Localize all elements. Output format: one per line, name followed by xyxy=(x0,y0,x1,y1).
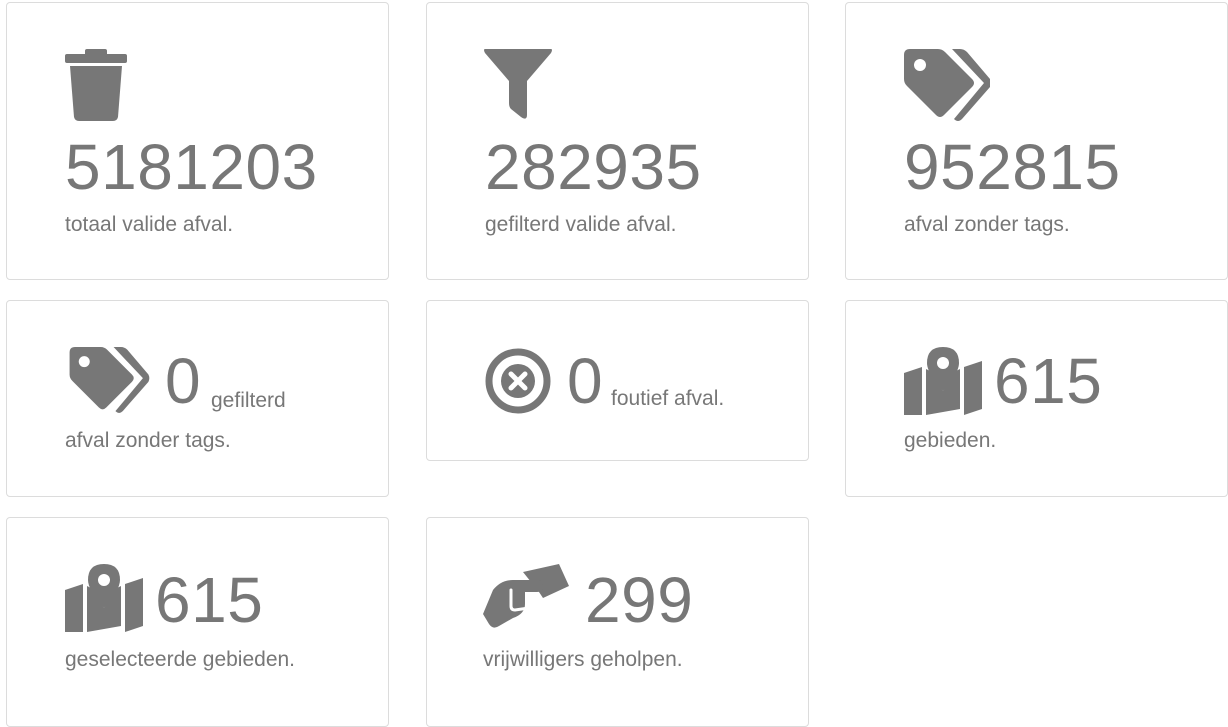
stat-value: 0 xyxy=(567,345,604,417)
stat-label: geselecteerde gebieden. xyxy=(65,648,296,671)
times-circle-icon xyxy=(485,348,551,414)
map-marked-icon xyxy=(904,347,982,415)
stat-value: 5181203 xyxy=(65,131,318,203)
tags-icon xyxy=(65,347,153,413)
stat-card-incorrect-waste: 0 foutief afval. xyxy=(426,300,809,461)
stat-label: vrijwilligers geholpen. xyxy=(483,648,683,671)
stat-card-total-valid-waste: 5181203 totaal valide afval. xyxy=(6,2,389,280)
stat-label: gefilterd valide afval. xyxy=(485,213,677,236)
tags-icon xyxy=(904,49,990,121)
stat-inline-label: gefilterd xyxy=(211,389,286,412)
stat-value: 615 xyxy=(994,345,1103,417)
stat-label: afval zonder tags. xyxy=(65,429,231,452)
stat-inline-label: foutief afval. xyxy=(611,387,725,410)
stat-value: 615 xyxy=(155,564,264,636)
stat-value: 299 xyxy=(585,564,694,636)
stat-card-volunteers-helped: 299 vrijwilligers geholpen. xyxy=(426,517,809,727)
stat-value: 952815 xyxy=(904,131,1121,203)
stat-value: 282935 xyxy=(485,131,702,203)
stat-label: afval zonder tags. xyxy=(904,213,1070,236)
stat-card-filtered-waste-without-tags: 0 gefilterd afval zonder tags. xyxy=(6,300,389,497)
stat-label: gebieden. xyxy=(904,429,997,452)
stat-value: 0 xyxy=(165,345,202,417)
stat-card-filtered-valid-waste: 282935 gefilterd valide afval. xyxy=(426,2,809,280)
handshake-icon xyxy=(483,564,569,630)
stat-card-selected-areas: 615 geselecteerde gebieden. xyxy=(6,517,389,727)
stat-card-areas: 615 gebieden. xyxy=(845,300,1228,497)
map-marked-icon xyxy=(65,564,143,632)
stat-card-waste-without-tags: 952815 afval zonder tags. xyxy=(845,2,1228,280)
filter-icon xyxy=(483,49,553,121)
trash-icon xyxy=(65,49,127,121)
stat-label: totaal valide afval. xyxy=(65,213,234,236)
